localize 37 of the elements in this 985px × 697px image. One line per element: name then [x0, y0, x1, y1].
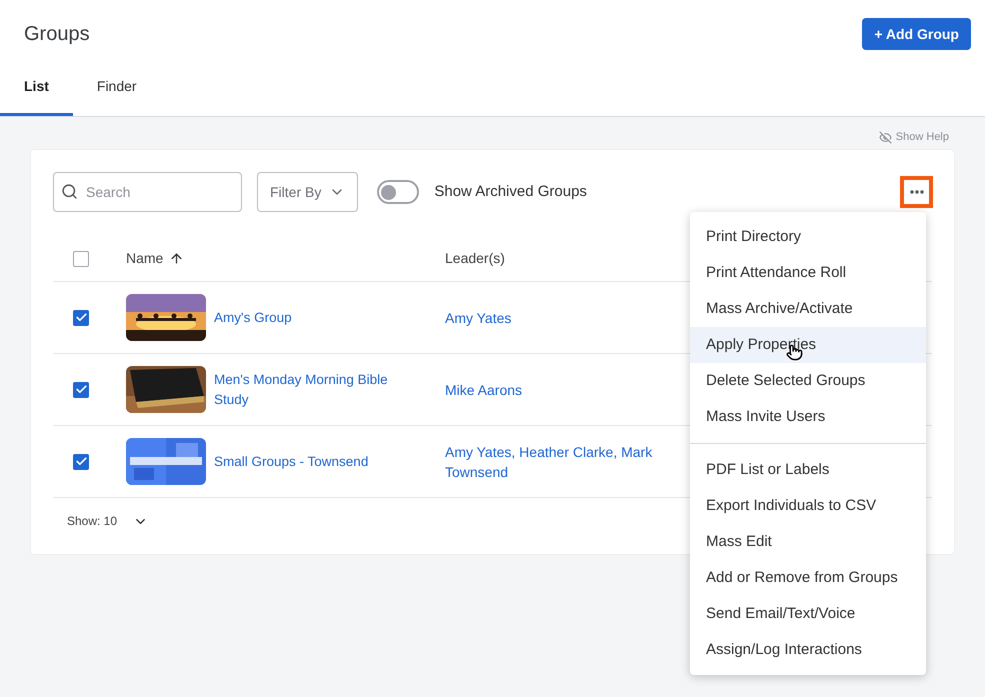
more-options-button[interactable] — [900, 176, 933, 208]
menu-item[interactable]: PDF List or Labels — [690, 452, 926, 488]
filter-dropdown[interactable]: Filter By — [257, 172, 358, 212]
column-header[interactable]: Leader(s) — [445, 248, 505, 269]
add-group-button[interactable]: + Add Group — [862, 18, 971, 50]
page-title: Groups — [24, 22, 90, 47]
menu-item[interactable]: Mass Invite Users — [690, 399, 926, 435]
menu-item[interactable]: Delete Selected Groups — [690, 363, 926, 399]
menu-item[interactable]: Add or Remove from Groups — [690, 560, 926, 596]
menu-item[interactable]: Mass Edit — [690, 524, 926, 560]
page-size-label: Show: 10 — [67, 513, 118, 530]
leader-link[interactable]: Amy Yates — [445, 308, 675, 328]
menu-item[interactable]: Apply Properties — [690, 327, 926, 363]
menu-item[interactable]: Assign/Log Interactions — [690, 632, 926, 668]
leader-link[interactable]: Mike Aarons — [445, 380, 675, 400]
checkbox[interactable] — [73, 382, 89, 398]
menu-item[interactable]: Send Email/Text/Voice — [690, 596, 926, 632]
menu-item[interactable]: Print Directory — [690, 219, 926, 255]
leader-link[interactable]: Amy Yates, Heather Clarke, Mark Townsend — [445, 442, 675, 482]
menu-item[interactable]: Print Attendance Roll — [690, 255, 926, 291]
search-icon — [61, 183, 78, 200]
menu-item[interactable]: Mass Archive/Activate — [690, 291, 926, 327]
menu-item[interactable]: Export Individuals to CSV — [690, 488, 926, 524]
group-name-link[interactable]: Small Groups - Townsend — [214, 452, 368, 472]
group-name-link[interactable]: Men's Monday Morning Bible Study — [214, 370, 425, 410]
checkbox[interactable] — [73, 250, 89, 266]
tab[interactable]: List — [0, 74, 73, 116]
search-field[interactable]: Search — [53, 172, 242, 212]
checkbox[interactable] — [73, 454, 89, 470]
more-icon — [910, 190, 924, 194]
hidden-eye-icon — [878, 130, 892, 144]
checkbox[interactable] — [73, 310, 89, 326]
toggle-label: Show Archived Groups — [434, 182, 587, 202]
column-header[interactable]: Name — [126, 248, 164, 269]
group-name-link[interactable]: Amy's Group — [214, 308, 292, 328]
toggle-switch[interactable] — [377, 180, 420, 204]
tab[interactable]: Finder — [72, 74, 161, 116]
